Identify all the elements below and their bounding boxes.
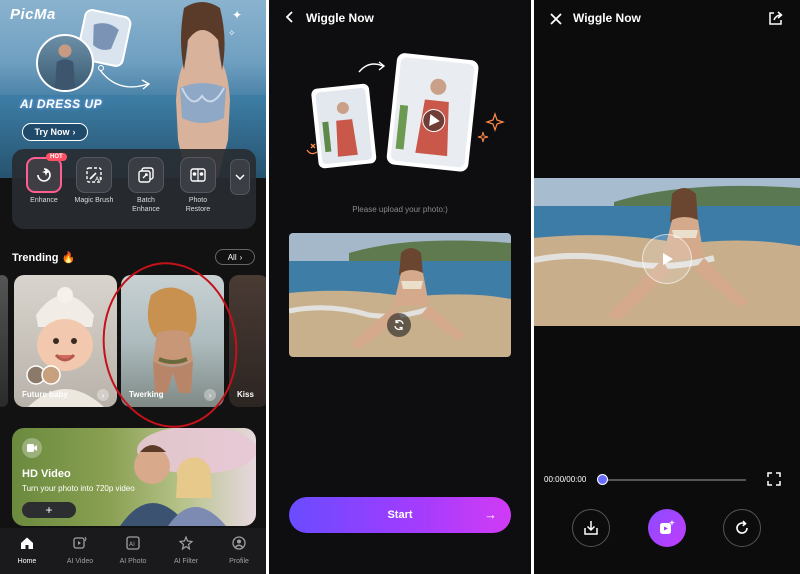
hd-video-subtitle: Turn your photo into 720p video <box>22 484 135 493</box>
tool-label: Magic Brush <box>74 197 114 204</box>
play-button[interactable] <box>642 234 692 284</box>
sparkle-enhance-icon <box>37 168 51 182</box>
playback-time: 00:00/00:00 <box>544 475 587 484</box>
start-button[interactable]: Start → <box>289 497 511 533</box>
home-icon <box>21 537 33 549</box>
page-title: Wiggle Now <box>573 11 641 25</box>
photo-restore-icon <box>190 168 206 182</box>
model-thumbnail <box>36 34 94 92</box>
page-title: Wiggle Now <box>306 11 374 25</box>
seek-knob[interactable] <box>597 474 608 485</box>
app-logo: PicMa <box>10 6 56 23</box>
card-label: Kiss <box>237 390 254 399</box>
hd-video-card[interactable]: HD Video Turn your photo into 720p video… <box>12 428 256 526</box>
nav-profile[interactable]: Profile <box>214 536 264 565</box>
regenerate-button[interactable] <box>723 509 761 547</box>
more-tools-button[interactable] <box>230 159 250 195</box>
profile-icon <box>232 536 246 550</box>
ai-video-icon <box>73 536 87 549</box>
nav-ai-video[interactable]: AI Video <box>55 536 105 565</box>
sparkle-icon: ✦ <box>232 8 243 22</box>
tool-enhance[interactable]: HOT Enhance <box>22 153 67 205</box>
all-button[interactable]: All › <box>215 249 255 265</box>
video-sparkle-icon <box>660 520 675 534</box>
banner-title: AI DRESS UP <box>20 97 103 111</box>
card-label: Future baby <box>22 390 68 399</box>
tool-strip: HOT Enhance AI Magic Brush Batch Enhance <box>12 149 256 229</box>
arrow-right-icon: → <box>484 507 497 522</box>
back-chevron-icon[interactable] <box>283 10 297 24</box>
trending-heading: Trending 🔥 <box>12 252 76 264</box>
try-now-button[interactable]: Try Now › <box>22 123 88 141</box>
magic-brush-icon: AI <box>86 167 102 183</box>
ai-filter-icon <box>178 535 194 551</box>
illustration-before-after <box>306 53 505 172</box>
refresh-icon <box>394 319 404 331</box>
swap-photo-button[interactable] <box>387 313 411 337</box>
bottom-nav: Home AI Video AI AI Photo AI Filter Prof… <box>0 528 266 574</box>
sparkle-icon: ✧ <box>228 28 236 38</box>
wiggle-result-screen: Wiggle Now 00:00/00:00 <box>534 0 800 574</box>
nav-home[interactable]: Home <box>2 536 52 565</box>
beach-photo <box>289 233 511 357</box>
tool-label: Enhance <box>30 197 58 204</box>
uploaded-photo[interactable] <box>289 233 511 357</box>
nav-ai-filter[interactable]: AI Filter <box>161 535 211 565</box>
hot-badge: HOT <box>46 153 67 161</box>
chevron-right-icon: › <box>72 127 76 137</box>
create-video-button[interactable] <box>648 509 686 547</box>
share-icon[interactable] <box>768 10 784 26</box>
video-player[interactable] <box>534 178 800 326</box>
trending-card-partial[interactable] <box>0 275 8 407</box>
hd-video-title: HD Video <box>22 468 71 480</box>
fullscreen-icon[interactable] <box>767 472 781 486</box>
tool-batch-enhance[interactable]: Batch Enhance <box>124 157 168 214</box>
tool-magic-brush[interactable]: AI Magic Brush <box>72 157 116 205</box>
arrow-curve-icon <box>98 65 151 90</box>
home-screen: PicMa ✦ ✧ AI DRESS UP Try Now › HOT Enhan… <box>0 0 266 574</box>
screenshot-collage: PicMa ✦ ✧ AI DRESS UP Try Now › HOT Enhan… <box>0 0 800 574</box>
chevron-down-icon <box>235 174 245 181</box>
download-button[interactable] <box>572 509 610 547</box>
ai-photo-icon: AI <box>126 536 140 550</box>
tool-photo-restore[interactable]: Photo Restore <box>176 157 220 214</box>
hd-add-button[interactable]: + <box>22 502 76 518</box>
upload-hint: Please upload your photo:) <box>352 205 448 214</box>
svg-text:AI: AI <box>129 541 135 548</box>
download-icon <box>584 521 598 535</box>
tool-label: Batch Enhance <box>132 197 160 213</box>
wiggle-upload-screen: Wiggle Now Please upload your photo:) St… <box>269 0 531 574</box>
nav-ai-photo[interactable]: AI AI Photo <box>108 536 158 565</box>
seek-track[interactable] <box>600 479 746 481</box>
svg-text:AI: AI <box>95 176 101 183</box>
chevron-right-icon: › <box>97 389 109 401</box>
batch-enhance-icon <box>138 167 154 183</box>
tool-label: Photo Restore <box>185 197 211 213</box>
close-icon[interactable] <box>549 12 563 26</box>
refresh-icon <box>736 520 748 534</box>
play-icon <box>663 253 673 265</box>
chevron-right-icon: › <box>239 252 243 262</box>
video-plus-icon <box>22 438 42 458</box>
